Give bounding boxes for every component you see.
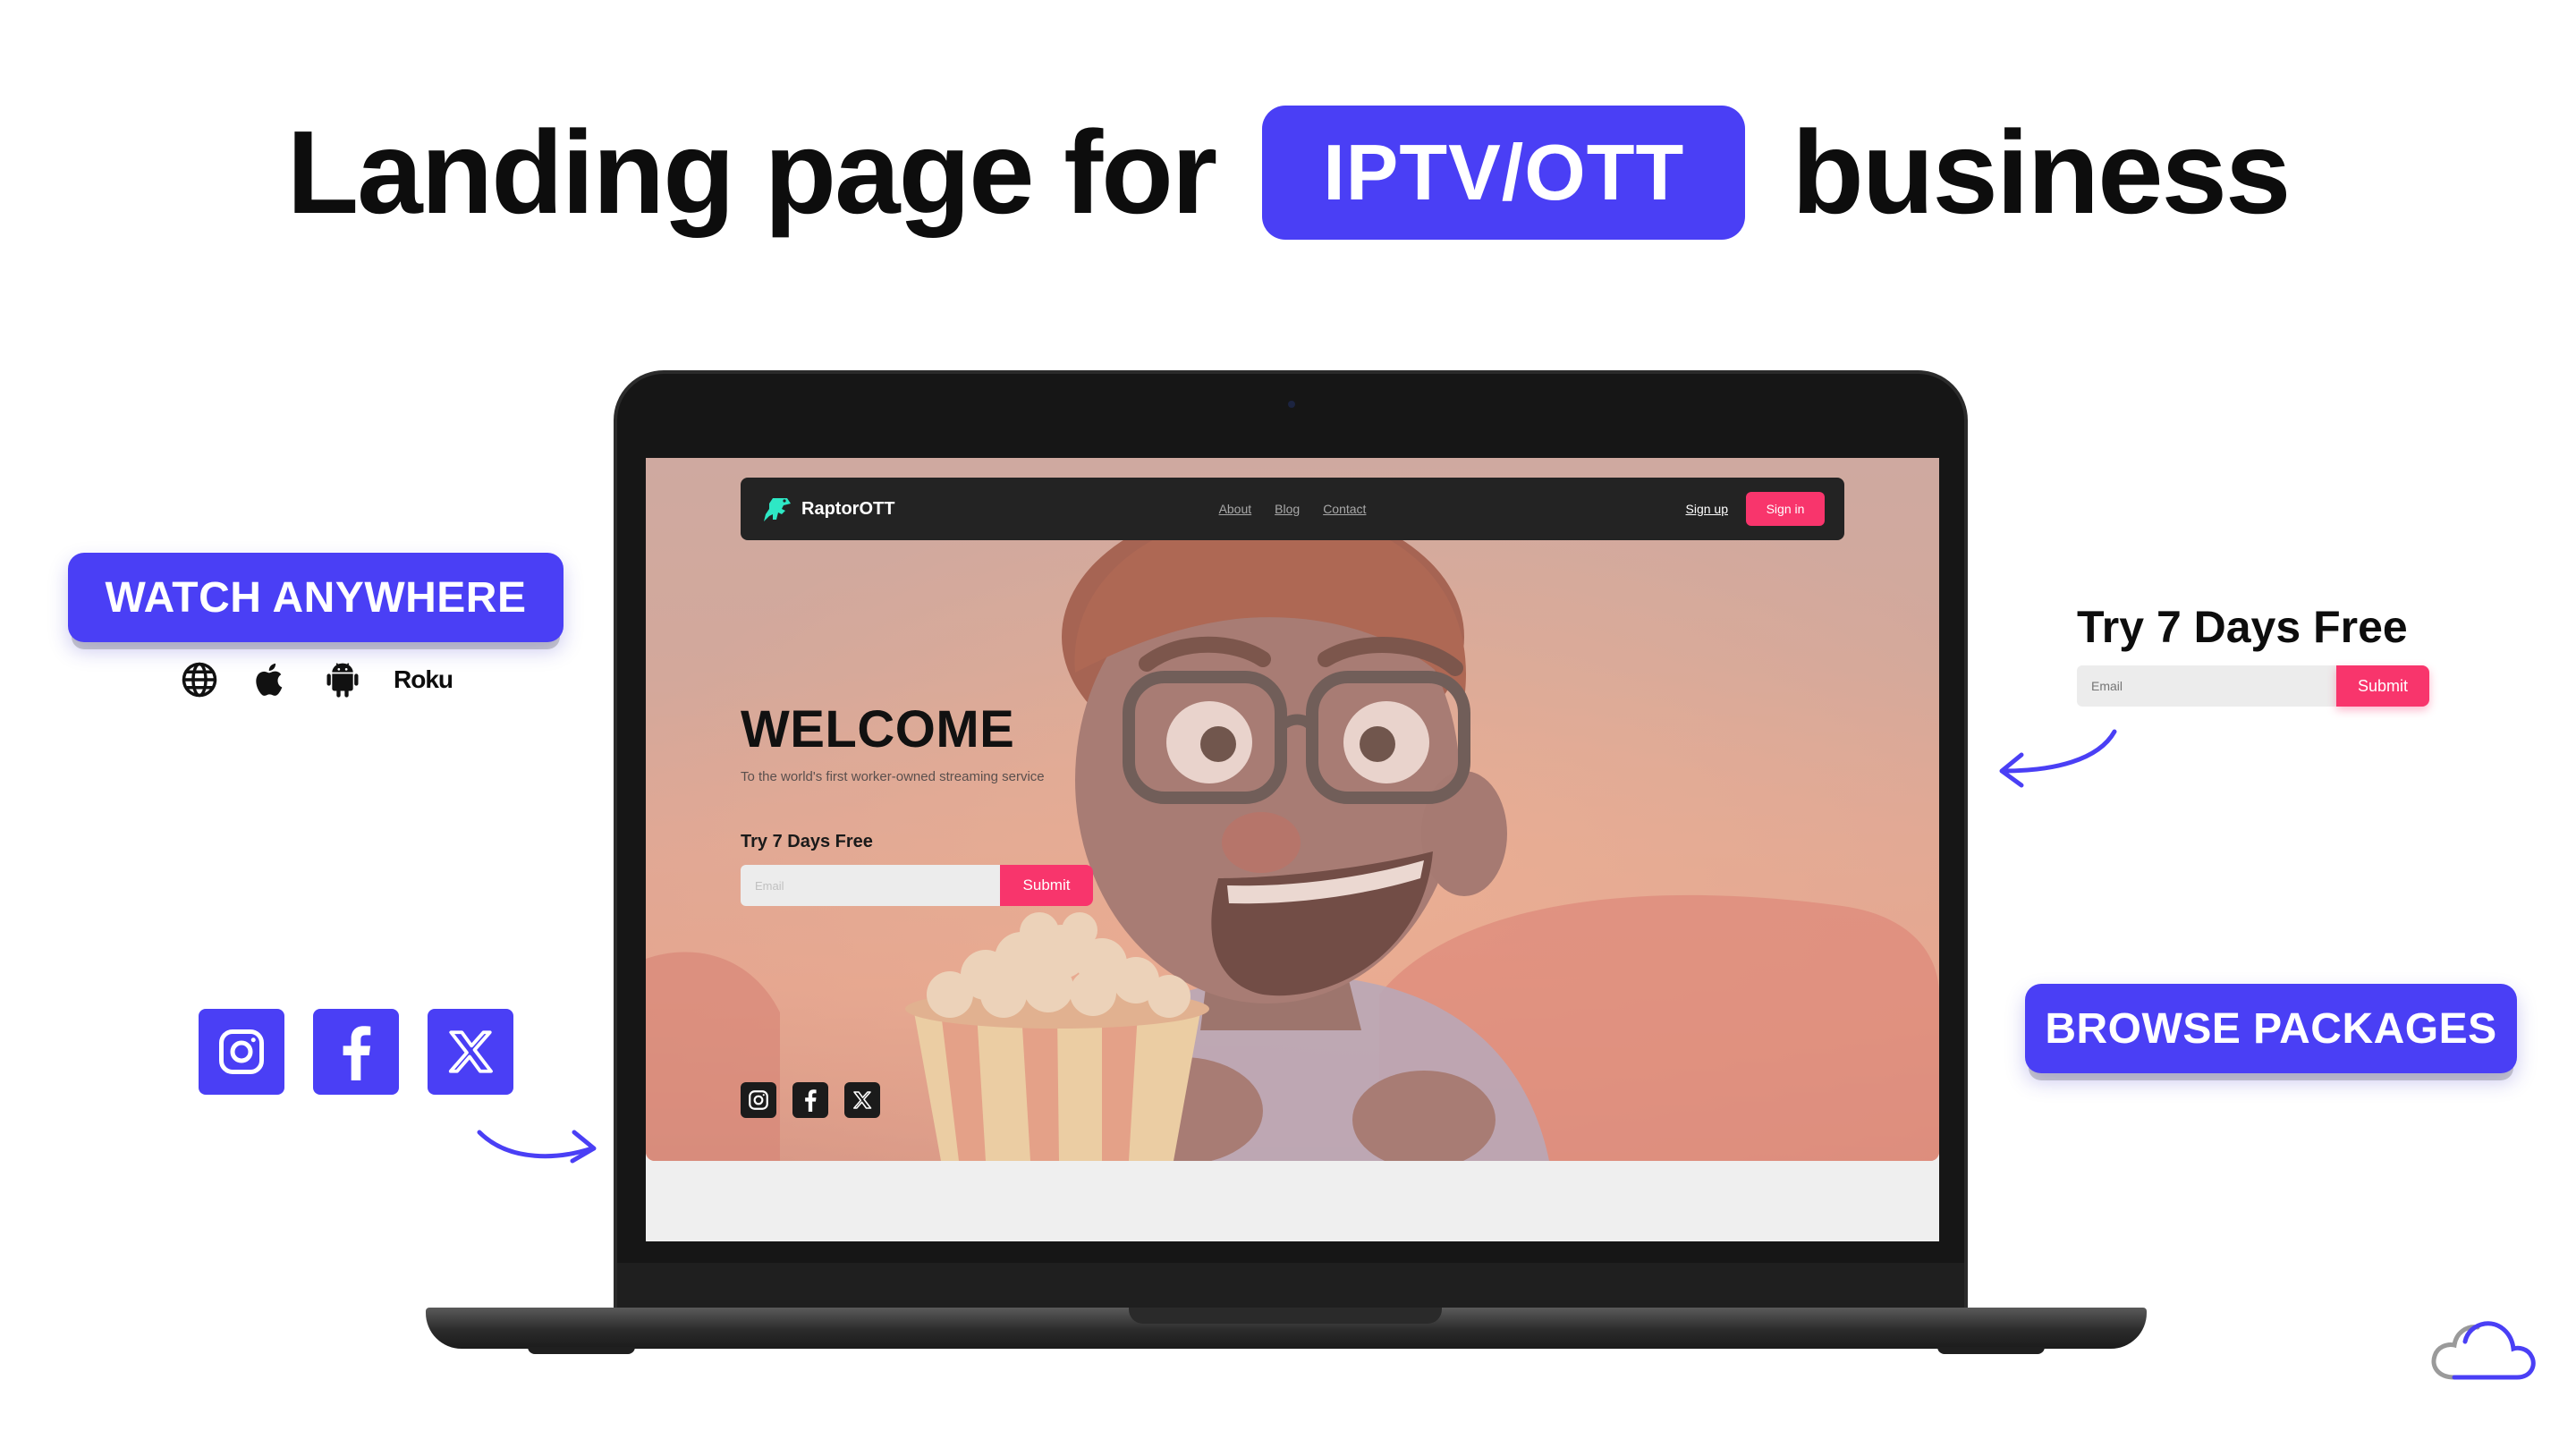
hero-section: RaptorOTT About Blog Contact Sign up Sig… xyxy=(646,458,1939,1161)
email-form: Submit xyxy=(2077,665,2429,707)
instagram-icon[interactable] xyxy=(741,1082,776,1118)
cloud-logo-icon xyxy=(2431,1321,2536,1380)
site-navbar: RaptorOTT About Blog Contact Sign up Sig… xyxy=(741,478,1844,540)
brand-name: RaptorOTT xyxy=(801,498,895,519)
browse-packages-button[interactable]: BROWSE PACKAGES xyxy=(2025,984,2517,1073)
nav-link-about[interactable]: About xyxy=(1219,502,1252,516)
laptop-screen: RaptorOTT About Blog Contact Sign up Sig… xyxy=(646,458,1939,1241)
hero-trial-form: Try 7 Days Free Email Submit xyxy=(741,832,1093,906)
nav-auth: Sign up Sign in xyxy=(1556,492,1825,526)
roku-logo: Roku xyxy=(394,665,453,693)
laptop-foot-right xyxy=(1937,1347,2045,1354)
trial-signup-callout: Try 7 Days Free Submit xyxy=(2077,601,2429,707)
instagram-icon[interactable] xyxy=(199,1009,284,1095)
email-input[interactable] xyxy=(2077,665,2336,707)
sign-up-link[interactable]: Sign up xyxy=(1686,502,1728,516)
globe-icon xyxy=(179,659,220,700)
x-icon[interactable] xyxy=(428,1009,513,1095)
hero-social-icons xyxy=(741,1082,880,1118)
facebook-icon[interactable] xyxy=(792,1082,828,1118)
headline-badge: IPTV/OTT xyxy=(1262,106,1746,240)
welcome-title: WELCOME xyxy=(741,700,1015,758)
headline: Landing page for IPTV/OTT business xyxy=(0,106,2576,240)
submit-button[interactable]: Submit xyxy=(2336,665,2429,707)
raptor-logo-icon xyxy=(764,498,791,521)
sign-in-button[interactable]: Sign in xyxy=(1746,492,1825,526)
hero-illustration xyxy=(646,458,1939,1161)
laptop-hinge xyxy=(617,1263,1964,1309)
watch-anywhere-button[interactable]: WATCH ANYWHERE xyxy=(68,553,564,642)
site-logo[interactable]: RaptorOTT xyxy=(760,495,1029,523)
laptop-foot-left xyxy=(528,1347,635,1354)
nav-link-contact[interactable]: Contact xyxy=(1323,502,1366,516)
social-icons-callout xyxy=(199,1009,513,1095)
headline-text-before: Landing page for xyxy=(286,106,1218,238)
headline-text-after: business xyxy=(1792,106,2291,238)
hero-submit-button[interactable]: Submit xyxy=(1000,865,1093,906)
hero-trial-title: Try 7 Days Free xyxy=(741,832,873,851)
arrow-right-icon xyxy=(477,1130,597,1164)
hero-email-form: Email Submit xyxy=(741,865,1093,906)
arrow-left-icon xyxy=(1999,729,2117,788)
facebook-icon[interactable] xyxy=(313,1009,399,1095)
trial-title: Try 7 Days Free xyxy=(2077,602,2408,652)
apple-icon xyxy=(250,659,292,700)
nav-links: About Blog Contact xyxy=(1029,502,1556,516)
laptop-camera xyxy=(1288,401,1295,408)
nav-link-blog[interactable]: Blog xyxy=(1275,502,1300,516)
android-icon xyxy=(322,659,363,700)
laptop-notch xyxy=(1129,1308,1442,1324)
x-icon[interactable] xyxy=(844,1082,880,1118)
platform-icons: Roku xyxy=(179,656,453,703)
hero-email-input[interactable]: Email xyxy=(741,865,1000,906)
welcome-subtitle: To the world's first worker-owned stream… xyxy=(741,769,1045,784)
